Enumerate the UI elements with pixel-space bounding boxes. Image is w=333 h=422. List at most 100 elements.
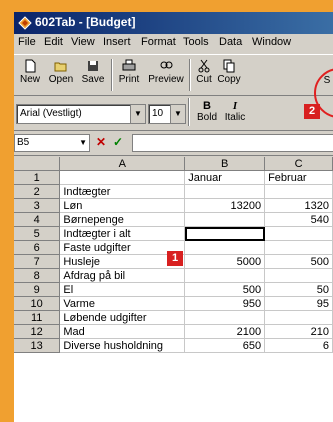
cell-a[interactable]: Diverse husholdning bbox=[59, 338, 186, 353]
floppy-disk-icon bbox=[88, 61, 98, 71]
print-preview-icon bbox=[160, 61, 173, 69]
menu-tools[interactable]: Tools bbox=[183, 36, 209, 48]
dropdown-arrow-icon[interactable]: ▼ bbox=[130, 105, 145, 123]
title-bar[interactable]: 602Tab - [Budget] bbox=[14, 12, 333, 34]
row-header[interactable]: 6 bbox=[14, 240, 61, 255]
cell-b[interactable]: 5000 bbox=[184, 254, 266, 269]
cell-c[interactable]: 500 bbox=[264, 254, 333, 269]
table-row: 3 Løn 13200 1320 bbox=[14, 198, 333, 213]
standard-toolbar: New Open Save Print Preview Cut Copy S bbox=[14, 54, 333, 96]
callout-badge-1: 1 bbox=[167, 251, 183, 266]
cell-c[interactable] bbox=[264, 310, 333, 325]
cell-c[interactable] bbox=[264, 184, 333, 199]
cell-c[interactable] bbox=[264, 268, 333, 283]
table-row: 11 Løbende udgifter bbox=[14, 310, 333, 325]
cell-a[interactable]: Løn bbox=[59, 198, 186, 213]
italic-button[interactable]: I Italic bbox=[222, 98, 248, 134]
bold-icon: B bbox=[203, 100, 211, 112]
row-header[interactable]: 12 bbox=[14, 324, 61, 339]
cell-c[interactable]: 50 bbox=[264, 282, 333, 297]
print-button[interactable]: Print bbox=[114, 57, 144, 93]
cell-b[interactable]: Januar bbox=[184, 170, 266, 185]
bold-button[interactable]: B Bold bbox=[194, 98, 220, 134]
menu-window[interactable]: Window bbox=[252, 36, 291, 48]
select-all-corner[interactable] bbox=[14, 157, 61, 171]
name-box[interactable]: B5 ▼ bbox=[14, 134, 90, 152]
cell-a[interactable]: Børnepenge bbox=[59, 212, 186, 227]
new-button[interactable]: New bbox=[16, 57, 44, 93]
menu-edit[interactable]: Edit bbox=[44, 36, 63, 48]
cell-b[interactable] bbox=[184, 310, 266, 325]
open-button[interactable]: Open bbox=[46, 57, 76, 93]
formatting-toolbar: Arial (Vestligt) ▼ 10 ▼ B Bold I Italic bbox=[14, 96, 333, 131]
column-header-a[interactable]: A bbox=[59, 157, 186, 171]
cell-c[interactable]: 6 bbox=[264, 338, 333, 353]
menu-format[interactable]: Format bbox=[141, 36, 176, 48]
table-row: 12 Mad 2100 210 bbox=[14, 324, 333, 339]
menu-file[interactable]: File bbox=[18, 36, 36, 48]
font-size-select[interactable]: 10 ▼ bbox=[148, 104, 186, 124]
row-header[interactable]: 2 bbox=[14, 184, 61, 199]
column-header-c[interactable]: C bbox=[264, 157, 333, 171]
cell-c[interactable]: 540 bbox=[264, 212, 333, 227]
accept-icon[interactable]: ✓ bbox=[111, 135, 125, 149]
dropdown-arrow-icon[interactable]: ▼ bbox=[79, 135, 87, 151]
toolbar-separator bbox=[188, 98, 190, 126]
font-name-select[interactable]: Arial (Vestligt) ▼ bbox=[16, 104, 146, 124]
row-header[interactable]: 13 bbox=[14, 338, 61, 353]
table-row: 5 Indtægter i alt bbox=[14, 226, 333, 241]
preview-button[interactable]: Preview bbox=[146, 57, 186, 93]
row-header[interactable]: 10 bbox=[14, 296, 61, 311]
cut-button[interactable]: Cut bbox=[193, 57, 215, 93]
cell-b[interactable] bbox=[184, 184, 266, 199]
scissors-icon bbox=[198, 59, 210, 73]
cell-c[interactable]: 1320 bbox=[264, 198, 333, 213]
cell-c[interactable] bbox=[264, 226, 333, 241]
row-header[interactable]: 3 bbox=[14, 198, 61, 213]
cell-c[interactable]: 95 bbox=[264, 296, 333, 311]
cell-a[interactable]: Mad bbox=[59, 324, 186, 339]
row-header[interactable]: 1 bbox=[14, 170, 61, 185]
cancel-icon[interactable]: ✕ bbox=[94, 135, 108, 149]
cell-c[interactable] bbox=[264, 240, 333, 255]
cell-a[interactable]: El bbox=[59, 282, 186, 297]
cell-b[interactable]: 500 bbox=[184, 282, 266, 297]
cell-b[interactable]: 13200 bbox=[184, 198, 266, 213]
cell-c[interactable]: 210 bbox=[264, 324, 333, 339]
row-header[interactable]: 4 bbox=[14, 212, 61, 227]
window-title: 602Tab - [Budget] bbox=[35, 15, 136, 29]
column-header-row: A B C bbox=[14, 157, 333, 171]
copy-button[interactable]: Copy bbox=[216, 57, 242, 93]
row-header[interactable]: 9 bbox=[14, 282, 61, 297]
row-header[interactable]: 7 bbox=[14, 254, 61, 269]
formula-bar: B5 ▼ ✕ ✓ bbox=[14, 131, 333, 156]
menu-data[interactable]: Data bbox=[219, 36, 242, 48]
row-header[interactable]: 11 bbox=[14, 310, 61, 325]
italic-icon: I bbox=[232, 100, 238, 112]
cell-b[interactable] bbox=[184, 212, 266, 227]
cell-b[interactable]: 950 bbox=[184, 296, 266, 311]
formula-input[interactable] bbox=[132, 134, 333, 152]
cell-b[interactable] bbox=[184, 240, 266, 255]
cell-a[interactable]: Indtægter i alt bbox=[59, 226, 186, 241]
cell-a[interactable]: Løbende udgifter bbox=[59, 310, 186, 325]
cell-a[interactable]: Afdrag på bil bbox=[59, 268, 186, 283]
cell-c[interactable]: Februar bbox=[264, 170, 333, 185]
cell-b[interactable] bbox=[184, 268, 266, 283]
menu-view[interactable]: View bbox=[71, 36, 95, 48]
table-row: 4 Børnepenge 540 bbox=[14, 212, 333, 227]
save-button[interactable]: Save bbox=[78, 57, 108, 93]
table-row: 8 Afdrag på bil bbox=[14, 268, 333, 283]
cell-a[interactable]: Varme bbox=[59, 296, 186, 311]
row-header[interactable]: 8 bbox=[14, 268, 61, 283]
column-header-b[interactable]: B bbox=[184, 157, 266, 171]
cell-a[interactable] bbox=[59, 170, 186, 185]
cell-b[interactable]: 650 bbox=[184, 338, 266, 353]
cell-a[interactable]: Indtægter bbox=[59, 184, 186, 199]
cell-b[interactable]: 2100 bbox=[184, 324, 266, 339]
menu-bar: File Edit View Insert Format Tools Data … bbox=[14, 34, 333, 53]
row-header[interactable]: 5 bbox=[14, 226, 61, 241]
menu-insert[interactable]: Insert bbox=[103, 36, 131, 48]
dropdown-arrow-icon[interactable]: ▼ bbox=[170, 105, 185, 123]
cell-b[interactable] bbox=[184, 226, 266, 241]
